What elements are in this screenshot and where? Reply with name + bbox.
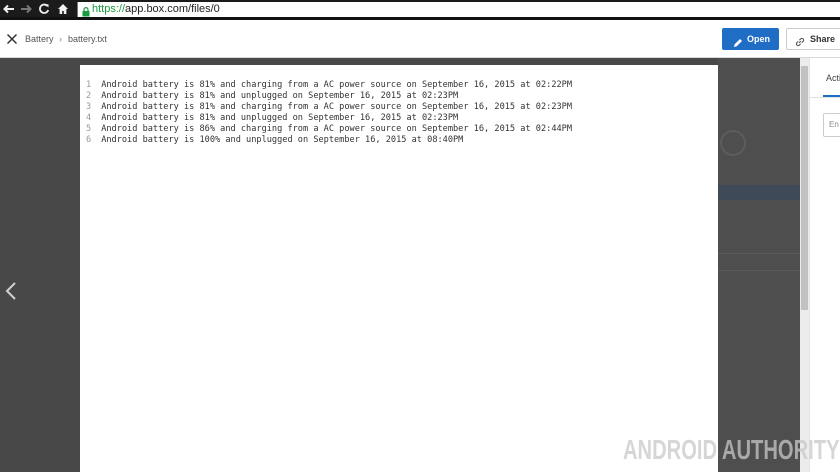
url-text: https://app.box.com/files/0 — [92, 3, 220, 15]
previous-file-chevron-icon[interactable] — [5, 281, 17, 306]
text-file-preview: 1 Android battery is 81% and charging fr… — [80, 65, 718, 472]
faded-sidebar-area — [718, 58, 800, 472]
file-line: 4 Android battery is 81% and unplugged o… — [86, 113, 459, 123]
sidebar-divider — [809, 97, 840, 98]
breadcrumb-folder[interactable]: Battery — [25, 33, 54, 45]
share-button-label: Share — [810, 34, 836, 44]
faded-avatar-icon — [720, 130, 746, 156]
link-icon — [795, 34, 805, 54]
breadcrumb-file: battery.txt — [68, 34, 107, 44]
pencil-icon — [733, 34, 743, 56]
breadcrumb-separator: › — [59, 34, 62, 44]
home-icon[interactable] — [57, 3, 71, 16]
share-button[interactable]: Share — [786, 28, 840, 50]
comment-input[interactable]: En — [823, 113, 840, 137]
faded-divider — [718, 270, 800, 271]
comment-input-placeholder: En — [829, 120, 839, 129]
file-line: 2 Android battery is 81% and unplugged o… — [86, 91, 459, 101]
back-arrow-icon[interactable] — [3, 3, 17, 16]
watermark-logo: ANDROID AUTHORITY — [623, 434, 840, 465]
scrollbar-thumb[interactable] — [801, 66, 808, 310]
file-line: 3 Android battery is 81% and charging fr… — [86, 102, 573, 112]
faded-highlight-bar — [718, 185, 800, 200]
forward-arrow-icon[interactable] — [20, 3, 34, 16]
open-button[interactable]: Open — [722, 28, 779, 50]
file-line: 6 Android battery is 100% and unplugged … — [86, 135, 464, 145]
open-button-label: Open — [747, 34, 771, 44]
preview-header: Battery › battery.txt Open Share — [0, 20, 840, 58]
tab-activity[interactable]: Acti — [826, 73, 840, 83]
address-bar[interactable]: https://app.box.com/files/0 — [77, 2, 840, 17]
reload-icon[interactable] — [38, 3, 52, 16]
file-content: 1 Android battery is 81% and charging fr… — [86, 69, 572, 168]
file-line: 1 Android battery is 81% and charging fr… — [86, 80, 573, 90]
file-line: 5 Android battery is 86% and charging fr… — [86, 124, 573, 134]
faded-divider — [718, 253, 800, 254]
close-icon[interactable] — [6, 32, 18, 50]
